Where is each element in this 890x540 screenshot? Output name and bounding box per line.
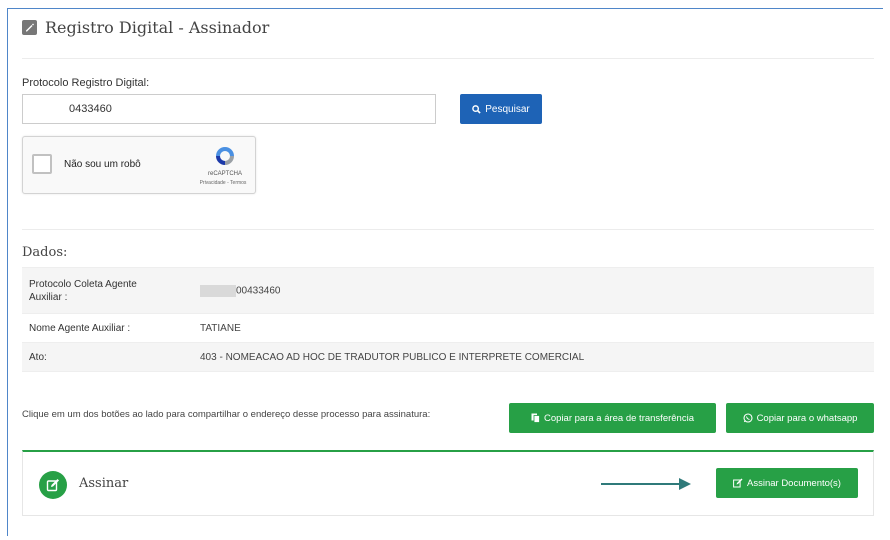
assinar-panel: Assinar Assinar Documento(s)	[22, 450, 874, 516]
table-row: Protocolo Coleta Agente Auxiliar : 00433…	[22, 267, 874, 313]
protocol-coleta-value: 00433460	[236, 285, 281, 297]
recaptcha-links[interactable]: Privacidade - Termos	[190, 180, 256, 186]
copy-clipboard-label: Copiar para a área de transferência	[544, 412, 694, 424]
share-instructions: Clique em um dos botões ao lado para com…	[22, 409, 431, 420]
assinar-title: Assinar	[79, 476, 129, 491]
edit-icon	[22, 19, 37, 35]
copy-whatsapp-button[interactable]: Copiar para o whatsapp	[726, 403, 874, 433]
sign-icon	[39, 471, 67, 499]
divider	[22, 58, 874, 59]
recaptcha-checkbox[interactable]	[32, 154, 52, 174]
recaptcha-widget: Não sou um robô reCAPTCHA Privacidade - …	[22, 136, 256, 194]
page-header: Registro Digital - Assinador	[22, 16, 269, 38]
row-label: Ato:	[29, 351, 47, 363]
agent-name-value: TATIANE	[200, 322, 241, 334]
redacted-block	[200, 284, 236, 297]
row-value: 00433460	[200, 284, 281, 297]
recaptcha-label: Não sou um robô	[64, 159, 141, 170]
row-label: Protocolo Coleta Agente Auxiliar :	[29, 278, 137, 303]
dados-title: Dados:	[22, 245, 68, 260]
page-title: Registro Digital - Assinador	[45, 17, 270, 37]
edit-icon	[733, 478, 743, 488]
table-row: Ato: 403 - NOMEACAO AD HOC DE TRADUTOR P…	[22, 342, 874, 372]
protocol-input[interactable]	[22, 94, 436, 124]
copy-whatsapp-label: Copiar para o whatsapp	[756, 412, 858, 424]
search-button-label: Pesquisar	[485, 103, 530, 115]
whatsapp-icon	[743, 413, 753, 423]
copy-clipboard-button[interactable]: Copiar para a área de transferência	[509, 403, 716, 433]
divider	[22, 229, 874, 230]
ato-value: 403 - NOMEACAO AD HOC DE TRADUTOR PUBLIC…	[200, 351, 585, 363]
row-label: Nome Agente Auxiliar :	[29, 322, 131, 334]
copy-icon	[531, 413, 540, 423]
arrow-right-icon	[601, 478, 691, 490]
assinar-button-label: Assinar Documento(s)	[747, 477, 841, 489]
search-icon	[472, 104, 481, 114]
table-row: Nome Agente Auxiliar : TATIANE	[22, 313, 874, 342]
recaptcha-logo-icon	[216, 147, 234, 165]
assinar-documentos-button[interactable]: Assinar Documento(s)	[716, 468, 858, 498]
protocol-label: Protocolo Registro Digital:	[22, 77, 150, 89]
recaptcha-brand: reCAPTCHA	[207, 171, 242, 177]
dados-table: Protocolo Coleta Agente Auxiliar : 00433…	[22, 267, 874, 372]
search-button[interactable]: Pesquisar	[460, 94, 542, 124]
